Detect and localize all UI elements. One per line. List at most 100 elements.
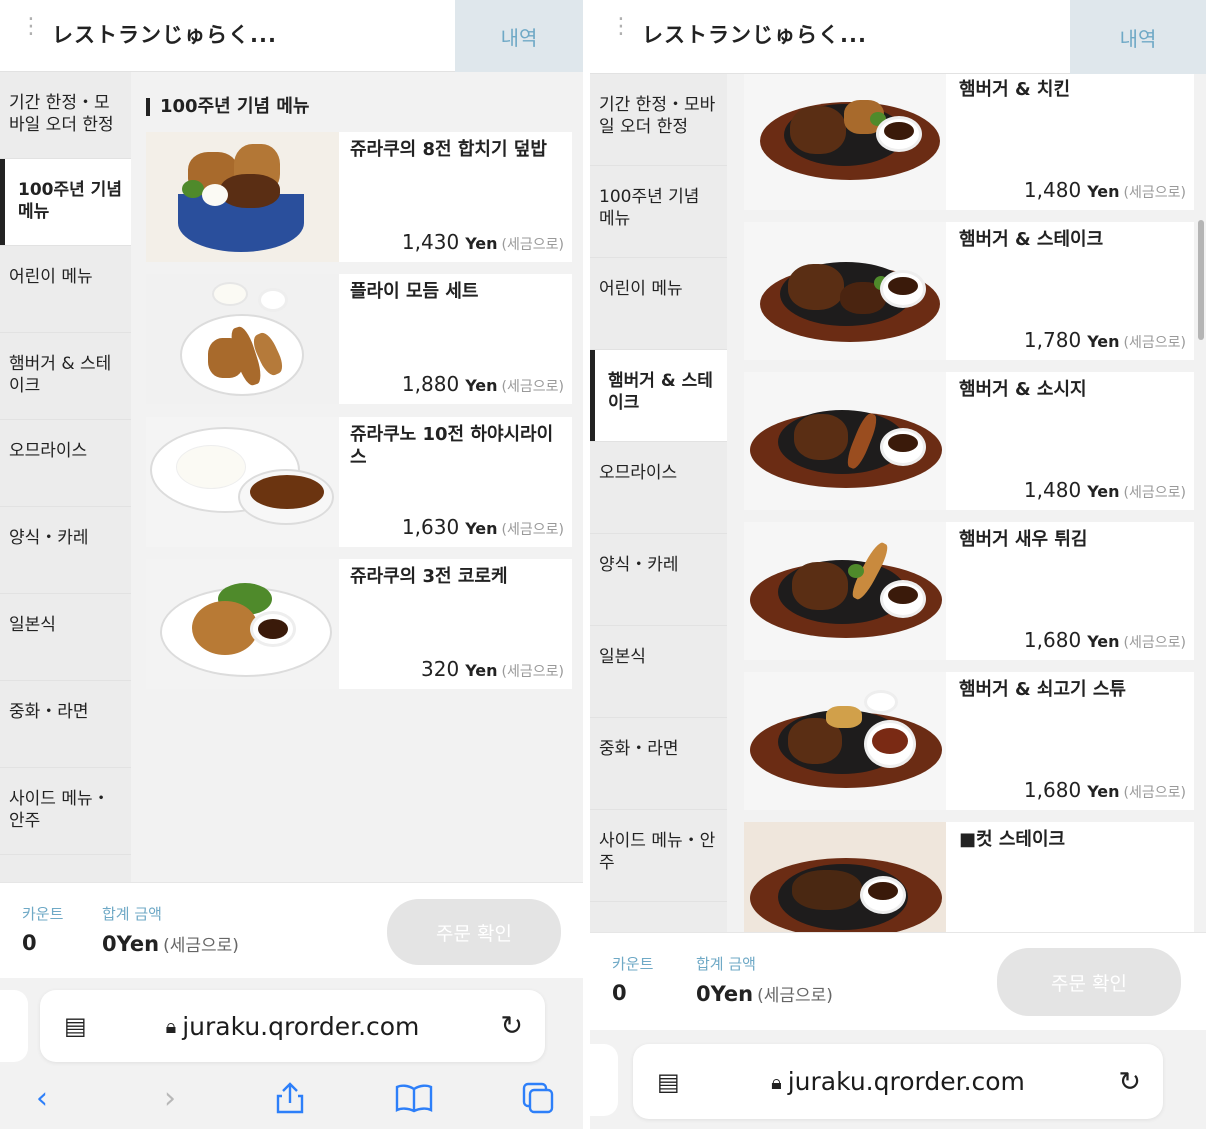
- kebab-menu-icon[interactable]: ⋮: [610, 16, 632, 50]
- count-value: 0: [22, 931, 37, 955]
- order-summary-bar: 카운트 0 합계 금액 0Yen (세금으로) 주문 확인: [590, 932, 1206, 1030]
- restaurant-title: レストランじゅらく...: [52, 23, 277, 47]
- total-label: 합계 금액: [102, 905, 162, 923]
- sidebar-item-chinese-ramen[interactable]: 중화・라면: [0, 681, 131, 768]
- sidebar-item-kids[interactable]: 어린이 메뉴: [590, 258, 727, 350]
- food-photo: [744, 522, 946, 660]
- sidebar-item-side[interactable]: 사이드 메뉴・안주: [590, 810, 727, 902]
- kebab-menu-icon[interactable]: ⋮: [20, 16, 42, 50]
- previous-tab-edge[interactable]: [0, 990, 28, 1062]
- food-photo: [146, 417, 339, 547]
- back-icon[interactable]: ‹: [22, 1076, 62, 1120]
- reload-icon[interactable]: ↻: [1118, 1066, 1141, 1097]
- category-sidebar: 기간 한정・모바일 오더 한정 100주년 기념 메뉴 어린이 메뉴 햄버거 &…: [590, 74, 727, 932]
- item-name: 햄버거 & 쇠고기 스튜: [959, 679, 1126, 700]
- sidebar-item-japanese[interactable]: 일본식: [0, 594, 131, 681]
- order-summary-bar: 카운트 0 합계 금액 0Yen (세금으로) 주문 확인: [0, 882, 583, 978]
- menu-list: 햄버거 & 치킨 1,480 Yen (세금으로) 햄버거 & 스테이크 1,7…: [727, 74, 1206, 932]
- tabs-icon[interactable]: [518, 1076, 558, 1120]
- previous-tab-edge[interactable]: [590, 1044, 618, 1116]
- reload-icon[interactable]: ↻: [500, 1011, 523, 1042]
- food-photo: [744, 372, 946, 510]
- item-price: 1,680 Yen (세금으로): [1023, 778, 1186, 802]
- sidebar-item-100th[interactable]: 100주년 기념 메뉴: [0, 159, 131, 246]
- sidebar-item-limited[interactable]: 기간 한정・모바일 오더 한정: [590, 74, 727, 166]
- order-confirm-button[interactable]: 주문 확인: [387, 899, 561, 965]
- safari-toolbar: ▤ 🔒︎ juraku.qrorder.com ↻: [590, 1030, 1206, 1129]
- menu-item-card[interactable]: ■컷 스테이크: [744, 822, 1194, 932]
- sidebar-item-omurice[interactable]: 오므라이스: [0, 420, 131, 507]
- food-photo: [744, 672, 946, 810]
- item-name: 햄버거 & 소시지: [959, 379, 1087, 400]
- item-price: 1,430 Yen (세금으로): [401, 230, 564, 254]
- forward-icon[interactable]: ›: [150, 1076, 190, 1120]
- menu-item-card[interactable]: 햄버거 & 치킨 1,480 Yen (세금으로): [744, 74, 1194, 210]
- menu-item-card[interactable]: 쥬라쿠노 10전 하야시라이스 1,630 Yen (세금으로): [146, 417, 572, 547]
- lock-icon: 🔒︎: [165, 1014, 177, 1038]
- item-name: 쥬라쿠의 8전 합치기 덮밥: [350, 139, 547, 160]
- menu-item-card[interactable]: 햄버거 & 쇠고기 스튜 1,680 Yen (세금으로): [744, 672, 1194, 810]
- item-price: 1,480 Yen (세금으로): [1023, 478, 1186, 502]
- menu-item-card[interactable]: 쥬라쿠의 8전 합치기 덮밥 1,430 Yen (세금으로): [146, 132, 572, 262]
- history-button[interactable]: 내역: [455, 0, 583, 72]
- menu-scrollbar[interactable]: [1198, 220, 1204, 340]
- restaurant-title: レストランじゅらく...: [642, 23, 867, 47]
- sidebar-item-western-curry[interactable]: 양식・카레: [0, 507, 131, 594]
- share-icon[interactable]: [270, 1076, 310, 1120]
- section-title: 100주년 기념 메뉴: [146, 98, 309, 116]
- browser-nav: ‹ ›: [0, 1076, 583, 1126]
- food-photo: [146, 132, 339, 262]
- item-price: 1,880 Yen (세금으로): [401, 372, 564, 396]
- sidebar-item-hamburg[interactable]: 햄버거 & 스테이크: [0, 333, 131, 420]
- total-value: 0Yen (세금으로): [102, 932, 239, 956]
- count-label: 카운트: [612, 955, 654, 973]
- url-display[interactable]: 🔒︎ juraku.qrorder.com: [40, 990, 545, 1062]
- screenshot-pair: ⋮ レストランじゅらく... 내역 기간 한정・모바일 오더 한정 100주년 …: [0, 0, 1206, 1129]
- food-photo: [146, 274, 339, 404]
- lock-icon: 🔒︎: [771, 1069, 782, 1094]
- app-header: ⋮ レストランじゅらく... 내역: [0, 0, 583, 72]
- item-price: 1,630 Yen (세금으로): [401, 515, 564, 539]
- address-bar[interactable]: ▤ 🔒︎ juraku.qrorder.com ↻: [633, 1044, 1163, 1119]
- food-photo: [744, 74, 946, 210]
- item-name: 햄버거 새우 튀김: [959, 529, 1088, 550]
- item-name: 쥬라쿠노 10전 하야시라이스: [350, 424, 554, 468]
- total-label: 합계 금액: [696, 955, 756, 973]
- menu-item-card[interactable]: 플라이 모듬 세트 1,880 Yen (세금으로): [146, 274, 572, 404]
- item-name: 햄버거 & 스테이크: [959, 229, 1104, 250]
- category-sidebar: 기간 한정・모바일 오더 한정 100주년 기념 메뉴 어린이 메뉴 햄버거 &…: [0, 72, 131, 882]
- sidebar-item-limited[interactable]: 기간 한정・모바일 오더 한정: [0, 72, 131, 159]
- food-photo: [744, 222, 946, 360]
- food-photo: [744, 822, 946, 932]
- item-price: 320 Yen (세금으로): [421, 657, 564, 681]
- sidebar-item-western-curry[interactable]: 양식・카레: [590, 534, 727, 626]
- url-display[interactable]: 🔒︎ juraku.qrorder.com: [633, 1044, 1163, 1119]
- address-bar[interactable]: ▤ 🔒︎ juraku.qrorder.com ↻: [40, 990, 545, 1062]
- order-confirm-button[interactable]: 주문 확인: [997, 948, 1181, 1016]
- menu-item-card[interactable]: 햄버거 & 소시지 1,480 Yen (세금으로): [744, 372, 1194, 510]
- sidebar-item-100th[interactable]: 100주년 기념 메뉴: [590, 166, 727, 258]
- history-button[interactable]: 내역: [1070, 0, 1206, 74]
- count-value: 0: [612, 981, 627, 1005]
- menu-item-card[interactable]: 햄버거 새우 튀김 1,680 Yen (세금으로): [744, 522, 1194, 660]
- sidebar-item-chinese-ramen[interactable]: 중화・라면: [590, 718, 727, 810]
- item-price: 1,480 Yen (세금으로): [1023, 178, 1186, 202]
- menu-item-card[interactable]: 쥬라쿠의 3전 코로케 320 Yen (세금으로): [146, 559, 572, 689]
- sidebar-item-japanese[interactable]: 일본식: [590, 626, 727, 718]
- safari-toolbar: ▤ 🔒︎ juraku.qrorder.com ↻ ‹ ›: [0, 978, 583, 1129]
- right-screen: ⋮ レストランじゅらく... 내역 기간 한정・모바일 오더 한정 100주년 …: [590, 0, 1206, 1129]
- bookmarks-icon[interactable]: [394, 1076, 434, 1120]
- sidebar-item-kids[interactable]: 어린이 메뉴: [0, 246, 131, 333]
- total-value: 0Yen (세금으로): [696, 982, 833, 1006]
- menu-list: 100주년 기념 메뉴 쥬라쿠의 8전 합치기 덮밥 1,430 Yen (세금으로…: [131, 72, 583, 882]
- sidebar-item-omurice[interactable]: 오므라이스: [590, 442, 727, 534]
- sidebar-item-side[interactable]: 사이드 메뉴・안주: [0, 768, 131, 855]
- item-price: 1,680 Yen (세금으로): [1023, 628, 1186, 652]
- count-label: 카운트: [22, 905, 64, 923]
- menu-item-card[interactable]: 햄버거 & 스테이크 1,780 Yen (세금으로): [744, 222, 1194, 360]
- item-name: ■컷 스테이크: [959, 829, 1066, 850]
- left-screen: ⋮ レストランじゅらく... 내역 기간 한정・모바일 오더 한정 100주년 …: [0, 0, 583, 1129]
- item-price: 1,780 Yen (세금으로): [1023, 328, 1186, 352]
- sidebar-item-hamburg[interactable]: 햄버거 & 스테이크: [590, 350, 727, 442]
- app-header: ⋮ レストランじゅらく... 내역: [590, 0, 1206, 74]
